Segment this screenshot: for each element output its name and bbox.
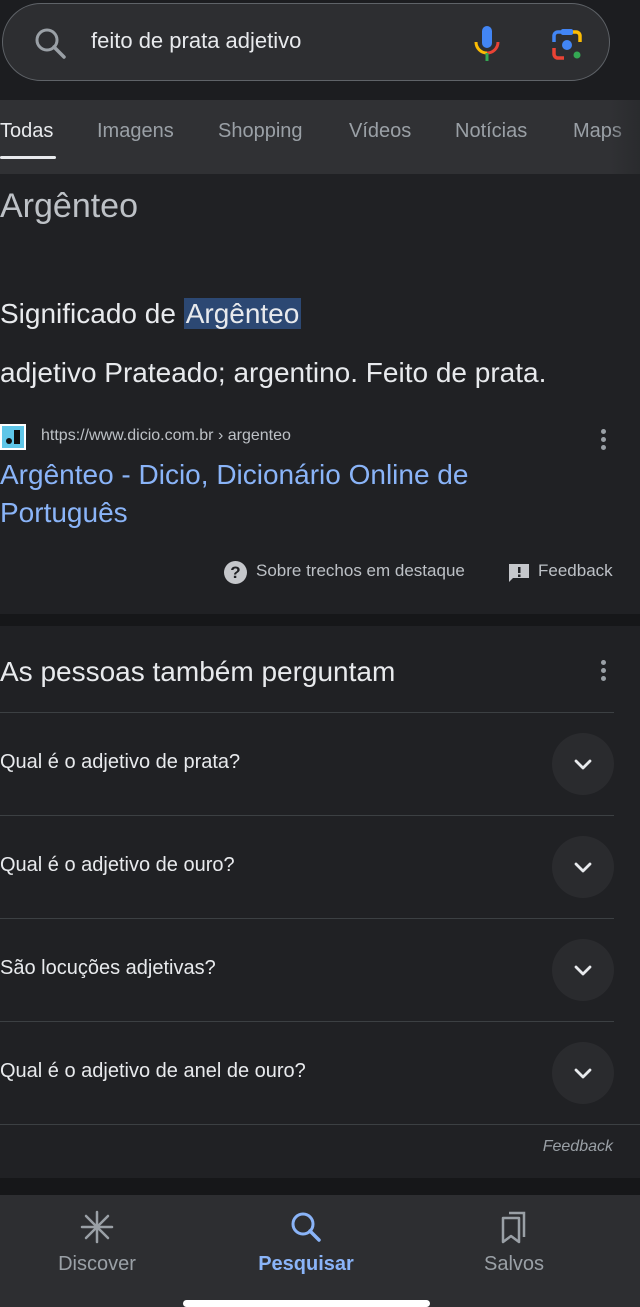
expand-button[interactable] — [552, 939, 614, 1001]
tab-videos[interactable]: Vídeos — [349, 120, 411, 143]
nav-label: Pesquisar — [258, 1253, 354, 1275]
more-options-icon[interactable] — [591, 429, 615, 459]
paa-feedback-link[interactable]: Feedback — [543, 1138, 613, 1156]
feedback-icon[interactable] — [508, 563, 530, 583]
source-url[interactable]: https://www.dicio.com.br › argenteo — [41, 427, 291, 445]
people-also-ask: As pessoas também perguntam Qual é o adj… — [0, 626, 640, 1178]
microphone-icon[interactable] — [471, 24, 503, 64]
expand-button[interactable] — [552, 733, 614, 795]
help-icon[interactable]: ? — [224, 561, 247, 584]
snippet-heading: Significado de Argênteo — [0, 298, 302, 330]
tab-todas[interactable]: Todas — [0, 120, 53, 143]
bottom-navigation: Discover Pesquisar Salvos — [0, 1195, 640, 1307]
chevron-down-icon — [574, 862, 592, 873]
nav-salvos[interactable]: Salvos — [434, 1195, 594, 1295]
tab-imagens[interactable]: Imagens — [97, 120, 174, 143]
search-tabs: Todas Imagens Shopping Vídeos Notícias M… — [0, 100, 640, 174]
paa-question-row[interactable]: Qual é o adjetivo de ouro? — [0, 815, 614, 919]
featured-snippet: Argênteo Significado de Argênteo adjetiv… — [0, 174, 640, 614]
section-divider — [0, 614, 640, 626]
search-box[interactable]: feito de prata adjetivo — [2, 3, 610, 81]
paa-question[interactable]: São locuções adjetivas? — [0, 957, 216, 980]
paa-question-row[interactable]: Qual é o adjetivo de prata? — [0, 712, 614, 816]
nav-discover[interactable]: Discover — [17, 1195, 177, 1295]
section-divider — [0, 1178, 640, 1195]
tab-noticias[interactable]: Notícias — [455, 120, 527, 143]
expand-button[interactable] — [552, 1042, 614, 1104]
chevron-down-icon — [574, 1068, 592, 1079]
tabs-scroll-fade — [610, 100, 640, 174]
snippet-definition: adjetivo Prateado; argentino. Feito de p… — [0, 357, 547, 388]
paa-title: As pessoas também perguntam — [0, 656, 396, 687]
result-title-link[interactable]: Argênteo - Dicio, Dicionário Online de P… — [0, 456, 560, 532]
nav-pesquisar[interactable]: Pesquisar — [226, 1195, 386, 1295]
about-snippets-link[interactable]: Sobre trechos em destaque — [256, 561, 465, 581]
paa-question-row[interactable]: Qual é o adjetivo de anel de ouro? — [0, 1021, 614, 1125]
search-icon[interactable] — [33, 26, 67, 60]
expand-button[interactable] — [552, 836, 614, 898]
active-tab-indicator — [0, 156, 56, 159]
discover-asterisk-icon — [80, 1210, 114, 1244]
snippet-footer: ? Sobre trechos em destaque Feedback — [0, 558, 640, 588]
snippet-title: Argênteo — [0, 187, 138, 225]
meaning-prefix: Significado de — [0, 298, 184, 329]
paa-question[interactable]: Qual é o adjetivo de prata? — [0, 751, 240, 774]
nav-label: Salvos — [483, 1253, 545, 1275]
feedback-link[interactable]: Feedback — [538, 561, 613, 581]
top-bar: feito de prata adjetivo — [0, 0, 640, 100]
dicio-favicon-icon — [0, 424, 26, 450]
source-line[interactable]: https://www.dicio.com.br › argenteo — [0, 422, 640, 452]
chevron-down-icon — [574, 759, 592, 770]
google-lens-icon[interactable] — [548, 26, 586, 64]
paa-question[interactable]: Qual é o adjetivo de anel de ouro? — [0, 1060, 306, 1083]
bookmarks-icon — [501, 1211, 526, 1244]
search-icon — [291, 1212, 321, 1242]
search-input[interactable]: feito de prata adjetivo — [91, 28, 301, 54]
highlighted-term: Argênteo — [183, 298, 302, 329]
home-indicator[interactable] — [183, 1300, 430, 1307]
paa-bottom-divider — [0, 1124, 640, 1125]
paa-more-options-icon[interactable] — [591, 660, 615, 690]
tab-shopping[interactable]: Shopping — [218, 120, 303, 143]
paa-question-row[interactable]: São locuções adjetivas? — [0, 918, 614, 1022]
nav-label: Discover — [58, 1253, 136, 1275]
chevron-down-icon — [574, 965, 592, 976]
paa-question[interactable]: Qual é o adjetivo de ouro? — [0, 854, 235, 877]
